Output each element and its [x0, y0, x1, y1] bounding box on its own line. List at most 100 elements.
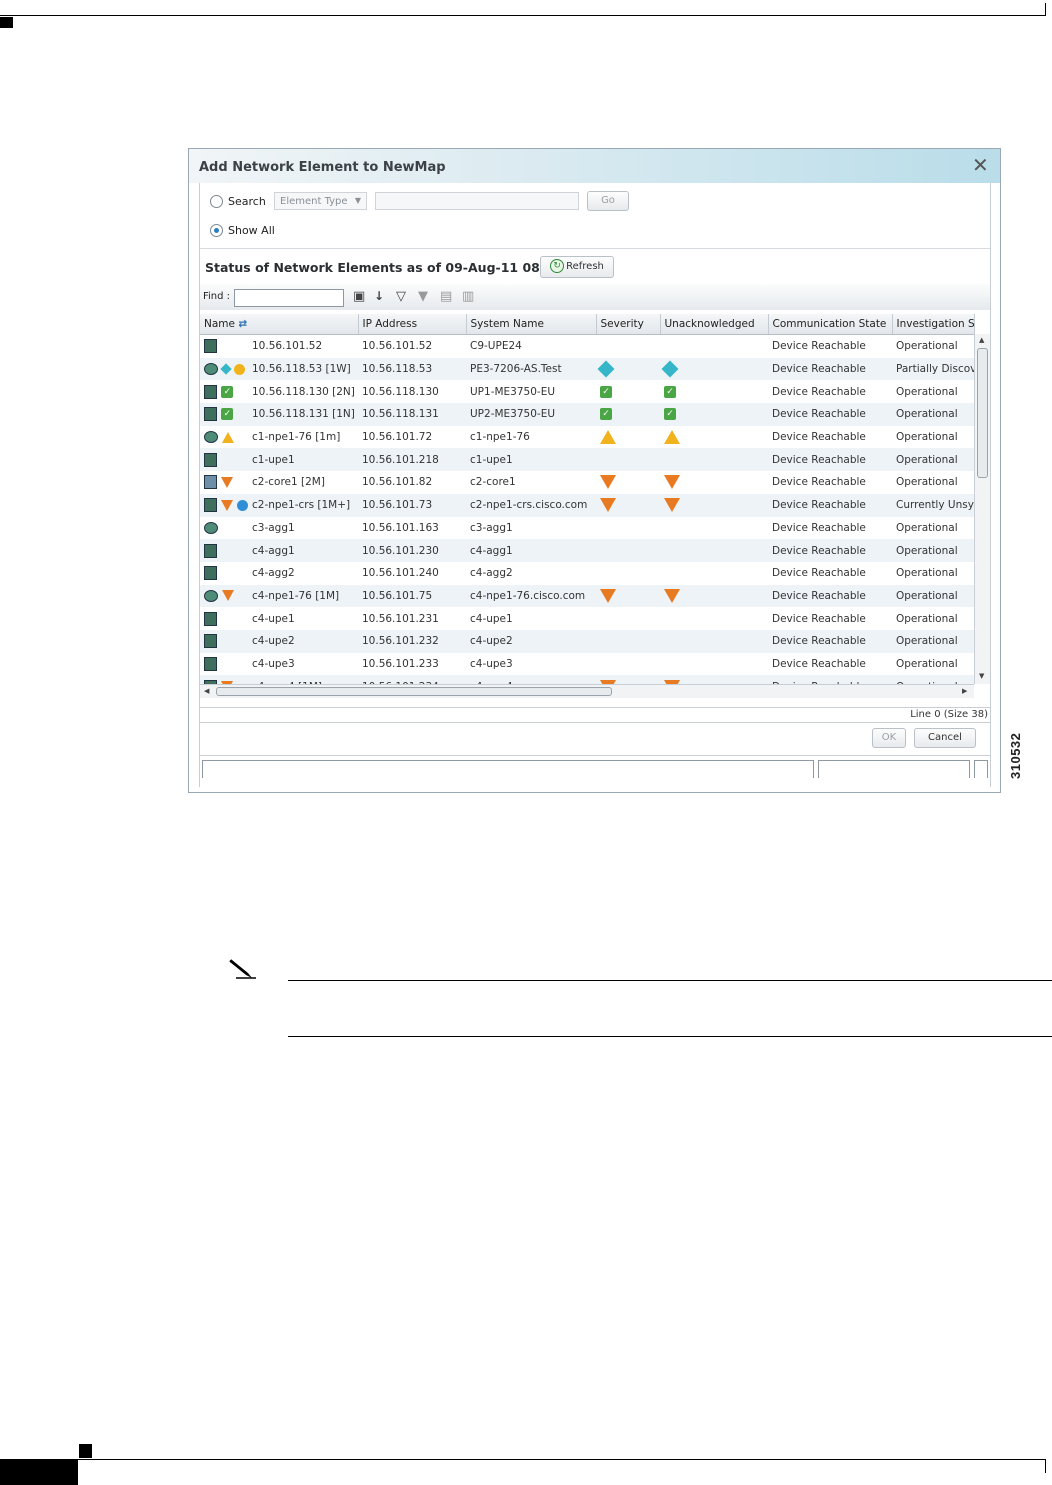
horizontal-scroll-thumb[interactable] — [216, 687, 612, 696]
ok-button[interactable]: OK — [872, 728, 906, 748]
cell-severity — [596, 426, 660, 449]
element-type-value: Element Type — [280, 196, 348, 207]
severity-major-icon — [600, 475, 616, 490]
table-row[interactable]: c4-npe1-76 [1M] 10.56.101.75 c4-npe1-76.ci… — [200, 584, 974, 608]
column-header-unacknowledged[interactable]: Unacknowledged — [660, 314, 769, 335]
scroll-left-icon[interactable]: ◀ — [204, 687, 209, 695]
device-icon — [204, 339, 217, 354]
cell-unacknowledged — [660, 653, 768, 676]
find-input[interactable] — [234, 289, 344, 307]
cell-system-name: UP1-ME3750-EU — [470, 385, 556, 398]
cell-investigation-state: Operational — [896, 476, 958, 489]
table-row[interactable]: c4-agg2 10.56.101.240 c4-agg2 Device Reacha… — [200, 562, 974, 585]
column-header-ip-address[interactable]: IP Address — [358, 314, 467, 335]
table-row[interactable]: c1-upe1 10.56.101.218 c1-upe1 Device Reacha… — [200, 448, 974, 472]
column-header-communication-state[interactable]: Communication State — [768, 314, 893, 335]
cell-communication-state: Device Reachable — [772, 476, 866, 489]
cell-unacknowledged — [660, 629, 768, 653]
table-row[interactable]: c2-core1 [2M] 10.56.101.82 c2-core1 Device … — [200, 471, 974, 494]
cell-communication-state: Device Reachable — [772, 340, 866, 353]
cell-investigation-state: Operational — [896, 340, 958, 353]
cell-severity — [596, 653, 660, 676]
cell-ip: 10.56.101.75 — [358, 584, 466, 608]
advanced-filter-icon[interactable]: ▼ — [418, 289, 428, 304]
cell-severity — [596, 357, 660, 381]
cell-communication-state: Device Reachable — [772, 657, 866, 670]
cell-ip: 10.56.101.240 — [362, 567, 439, 580]
note-rule-top — [288, 980, 1052, 981]
search-input[interactable] — [375, 192, 579, 210]
show-all-radio[interactable] — [210, 224, 223, 237]
table-row[interactable]: c4-upe1 10.56.101.231 c4-upe1 Device Reacha… — [200, 607, 974, 630]
page-bottom-tab — [0, 1460, 78, 1485]
elements-table: Name ⇄ IP Address System Name Severity U… — [200, 314, 975, 698]
major-icon — [221, 499, 234, 511]
cell-name: c2-core1 [2M] — [200, 471, 358, 494]
table-row[interactable]: ✓ 10.56.118.131 [1N] 10.56.118.131 UP2-ME37… — [200, 403, 974, 426]
table-body: 10.56.101.52 10.56.101.52 C9-UPE24 Device R… — [200, 335, 974, 698]
cell-severity: ✓ — [596, 380, 660, 403]
switch-icon — [204, 475, 217, 490]
column-header-investigation-state[interactable]: Investigation St — [892, 314, 975, 335]
table-row[interactable]: c1-npe1-76 [1m] 10.56.101.72 c1-npe1-76 Dev… — [200, 426, 974, 449]
cell-system-name: c4-upe3 — [470, 657, 513, 670]
search-radio[interactable] — [210, 195, 223, 208]
status-field-main — [202, 760, 814, 778]
dialog-title: Add Network Element to NewMap — [199, 160, 446, 175]
scroll-up-icon[interactable]: ▲ — [979, 336, 984, 344]
cell-unacknowledged — [660, 471, 768, 494]
close-icon[interactable]: ✕ — [972, 155, 989, 175]
horizontal-scrollbar[interactable]: ◀ ▶ — [200, 684, 974, 698]
cell-ip: 10.56.101.230 — [358, 539, 466, 562]
scroll-down-icon[interactable]: ▼ — [979, 672, 984, 680]
cell-severity — [596, 562, 660, 585]
info-icon — [220, 363, 233, 375]
element-type-dropdown[interactable]: Element Type ▼ — [274, 192, 367, 210]
table-row[interactable]: 10.56.118.53 [1W] 10.56.118.53 PE3-7206-AS… — [200, 357, 974, 381]
column-header-system-name[interactable]: System Name — [466, 314, 597, 335]
device-icon — [204, 634, 217, 649]
table-row[interactable]: ✓ 10.56.118.130 [2N] 10.56.118.130 UP1-ME37… — [200, 380, 974, 403]
page-top-rule-cap — [1045, 3, 1046, 16]
table-row[interactable]: c4-agg1 10.56.101.230 c4-agg1 Device Reacha… — [200, 539, 974, 562]
unacknowledged-major-icon — [664, 498, 680, 513]
table-row[interactable]: c4-upe2 10.56.101.232 c4-upe2 Device Reacha… — [200, 629, 974, 653]
table-row[interactable]: c3-agg1 10.56.101.163 c3-agg1 Device Reacha… — [200, 517, 974, 540]
severity-ok-icon: ✓ — [600, 408, 612, 421]
unacknowledged-major-icon — [664, 475, 680, 490]
export-all-icon[interactable]: ▥ — [462, 289, 474, 304]
table-row[interactable]: 10.56.101.52 10.56.101.52 C9-UPE24 Device R… — [200, 335, 974, 358]
cell-unacknowledged — [660, 539, 768, 562]
table-row[interactable]: c4-upe3 10.56.101.233 c4-upe3 Device Reacha… — [200, 653, 974, 676]
vertical-scroll-thumb[interactable] — [977, 348, 988, 478]
go-button[interactable]: Go — [587, 191, 629, 211]
major-icon — [222, 590, 235, 602]
page-top-rule — [0, 15, 1046, 16]
cell-system-name: c3-agg1 — [470, 521, 513, 534]
cell-ip: 10.56.118.131 — [358, 403, 466, 426]
chevron-down-icon: ▼ — [354, 196, 361, 205]
filter-icon[interactable]: ▽ — [396, 289, 406, 304]
major-icon — [221, 476, 234, 488]
export-icon[interactable]: ▤ — [440, 289, 452, 304]
cell-system-name: c4-agg1 — [466, 539, 596, 562]
column-header-severity[interactable]: Severity — [596, 314, 661, 335]
sort-icon[interactable]: ↓ — [374, 289, 384, 303]
table-row[interactable]: c2-npe1-crs [1M+] 10.56.101.73 c2-npe1-crs… — [200, 493, 974, 517]
cell-unacknowledged: ✓ — [660, 403, 768, 426]
severity-minor-icon — [600, 430, 616, 445]
cell-severity — [596, 539, 660, 562]
refresh-button[interactable]: ↻ Refresh — [540, 256, 614, 278]
scroll-right-icon[interactable]: ▶ — [962, 687, 967, 695]
router-icon — [204, 431, 218, 444]
column-header-name[interactable]: Name ⇄ — [200, 314, 359, 335]
cell-unacknowledged — [660, 607, 768, 630]
refresh-icon: ↻ — [550, 259, 565, 273]
severity-info-icon — [597, 360, 615, 378]
unacknowledged-minor-icon — [664, 430, 680, 445]
cell-severity — [596, 607, 660, 630]
cancel-button[interactable]: Cancel — [914, 728, 976, 748]
save-icon[interactable]: ▣ — [353, 289, 365, 304]
vertical-scrollbar[interactable]: ▲ ▼ — [974, 334, 990, 684]
severity-ok-icon: ✓ — [600, 385, 612, 398]
